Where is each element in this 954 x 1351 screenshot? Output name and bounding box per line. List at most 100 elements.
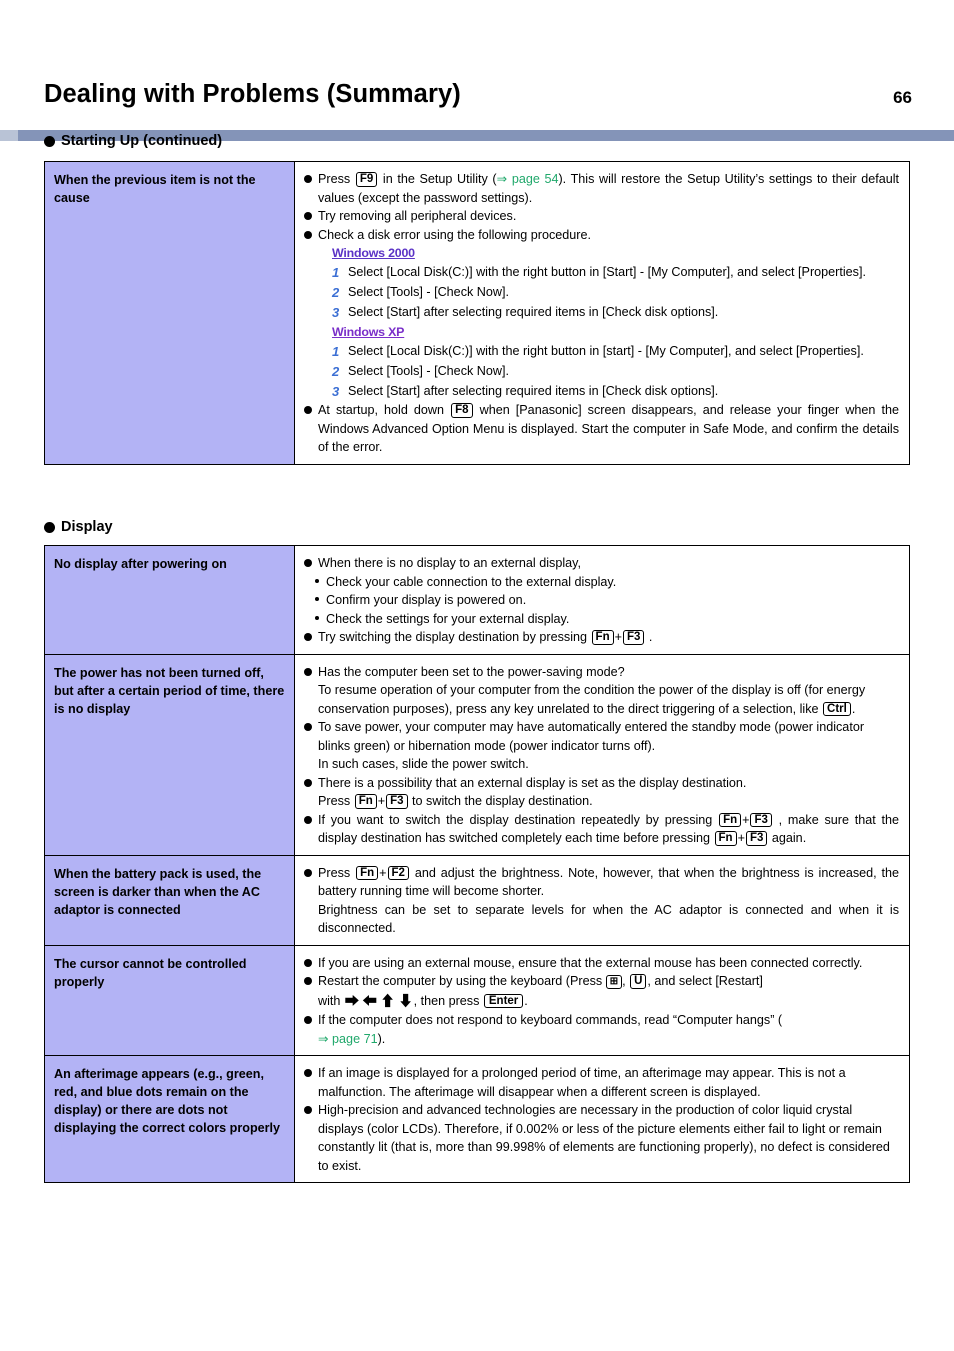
page-title: Dealing with Problems (Summary): [44, 80, 461, 108]
bullet-item: If you are using an external mouse, ensu…: [304, 954, 899, 973]
table-starting-up: When the previous item is not the cause …: [44, 161, 910, 465]
bullet-item: There is a possibility that an external …: [304, 774, 899, 793]
windows-key-icon: ⊞: [605, 975, 623, 989]
text: If you are using an external mouse, ensu…: [318, 955, 863, 970]
text: If you want to switch the display destin…: [318, 812, 713, 827]
section-heading-label: Starting Up (continued): [61, 133, 223, 149]
text: At startup, hold down: [318, 403, 445, 418]
table-row: No display after powering on When there …: [45, 546, 909, 655]
text: +: [377, 794, 386, 808]
bullet-continuation: Press Fn + F3 to switch the display destin…: [304, 792, 899, 811]
bullet-item: Check a disk error using the following p…: [304, 226, 899, 245]
text: to switch the display destination.: [412, 794, 593, 808]
text: ,: [622, 974, 626, 988]
text: +: [742, 812, 750, 827]
text: +: [737, 831, 745, 845]
text: When there is no display to an external …: [318, 556, 581, 570]
text: Check a disk error using the following p…: [318, 227, 592, 242]
bullet-item: Try removing all peripheral devices.: [304, 207, 899, 226]
numbered-step: 1 Select [Local Disk(C:)] with the right…: [304, 263, 899, 282]
bullet-item: Try switching the display destination by…: [304, 628, 899, 647]
row-content: If you are using an external mouse, ensu…: [295, 945, 909, 1056]
key-fn: Fn: [354, 794, 377, 809]
text: Press: [318, 865, 351, 880]
numbered-step: 3 Select [Start] after selecting require…: [304, 303, 899, 322]
table-row: The cursor cannot be controlled properly…: [45, 945, 909, 1057]
text: Restart the computer by using the keyboa…: [318, 974, 603, 988]
sub-bullet-item: Check your cable connection to the exter…: [313, 573, 899, 592]
key-f9: F9: [355, 172, 378, 187]
key-enter: Enter: [483, 993, 524, 1009]
step-number: 1: [332, 265, 340, 281]
key-f3: F3: [745, 831, 768, 846]
step-number: 2: [332, 285, 340, 301]
sub-bullet-item: Confirm your display is powered on.: [313, 591, 899, 610]
step-text: Select [Start] after selecting required …: [348, 384, 719, 399]
row-label: When the previous item is not the cause: [45, 162, 295, 464]
os-label-windows2000: Windows 2000: [332, 246, 415, 260]
row-label: An afterimage appears (e.g., green, red,…: [45, 1056, 295, 1183]
text: Check the settings for your external dis…: [326, 611, 570, 626]
row-label: No display after powering on: [45, 546, 295, 654]
numbered-step: 3 Select [Start] after selecting require…: [304, 382, 899, 401]
bullet-item: At startup, hold down F8 when [Panasonic…: [304, 401, 899, 457]
bullet-continuation: To resume operation of your computer fro…: [304, 681, 899, 718]
key-fn: Fn: [356, 865, 379, 881]
bullet-item: If an image is displayed for a prolonged…: [304, 1064, 899, 1101]
row-content: When there is no display to an external …: [295, 546, 909, 654]
text: , then press: [413, 993, 480, 1008]
key-ctrl: Ctrl: [823, 701, 851, 717]
step-text: Select [Tools] - [Check Now].: [348, 285, 509, 300]
row-label: When the battery pack is used, the scree…: [45, 855, 295, 945]
bullet-item: Press F9 in the Setup Utility (⇒ page 54…: [304, 170, 899, 207]
section-heading-label: Display: [61, 519, 113, 535]
text: Check your cable connection to the exter…: [326, 574, 617, 589]
sub-bullet-item: Check the settings for your external dis…: [313, 610, 899, 629]
page-reference-link[interactable]: ⇒ page 54: [497, 172, 559, 186]
page-header: Dealing with Problems (Summary) 66: [0, 38, 954, 141]
bullet-item: When there is no display to an external …: [304, 554, 899, 573]
table-row: An afterimage appears (e.g., green, red,…: [45, 1056, 909, 1183]
text: +: [379, 865, 387, 880]
table-display: No display after powering on When there …: [44, 545, 910, 1184]
step-text: Select [Local Disk(C:)] with the right b…: [348, 343, 864, 358]
bullet-icon: [44, 521, 55, 533]
bullet-continuation: ⇒ page 71).: [304, 1030, 899, 1049]
row-label: The power has not been turned off, but a…: [45, 654, 295, 855]
table-row: When the battery pack is used, the scree…: [45, 855, 909, 946]
text: in the Setup Utility (: [382, 172, 497, 186]
section-heading-starting-up: Starting Up (continued): [44, 133, 222, 149]
text: Has the computer been set to the power-s…: [318, 664, 625, 679]
bullet-item: If you want to switch the display destin…: [304, 811, 899, 848]
text: .: [851, 701, 856, 716]
key-f8: F8: [451, 403, 473, 418]
bullet-continuation: with ⮕ ⬅ ⬆ ⬇, then press Enter.: [304, 991, 899, 1012]
text: Press: [318, 172, 351, 186]
text: To save power, your computer may have au…: [318, 720, 865, 753]
numbered-step: 2 Select [Tools] - [Check Now].: [304, 283, 899, 302]
text: Confirm your display is powered on.: [326, 593, 527, 607]
numbered-step: 1 Select [Local Disk(C:)] with the right…: [304, 342, 899, 361]
bullet-item: To save power, your computer may have au…: [304, 718, 899, 755]
text: again.: [771, 831, 807, 845]
key-f3: F3: [386, 794, 408, 809]
text: +: [614, 630, 622, 644]
key-f3: F3: [622, 630, 645, 645]
table-row: When the previous item is not the cause …: [45, 162, 909, 464]
bullet-item: High-precision and advanced technologies…: [304, 1101, 899, 1175]
step-number: 1: [332, 343, 340, 359]
text: Press: [318, 794, 351, 808]
page-reference-link[interactable]: ⇒ page 71: [318, 1032, 378, 1046]
table-row: The power has not been turned off, but a…: [45, 654, 909, 856]
row-label: The cursor cannot be controlled properly: [45, 945, 295, 1056]
key-fn: Fn: [719, 812, 742, 828]
step-number: 3: [332, 384, 340, 400]
key-f3: F3: [750, 812, 772, 828]
text: , and select [Restart]: [647, 974, 763, 988]
text: .: [648, 630, 653, 644]
text: There is a possibility that an external …: [318, 775, 747, 790]
row-content: Has the computer been set to the power-s…: [295, 654, 909, 855]
header-rule-accent: [0, 130, 18, 141]
page-number: 66: [893, 88, 912, 107]
arrow-keys-icon: ⮕ ⬅ ⬆ ⬇: [344, 992, 413, 1009]
